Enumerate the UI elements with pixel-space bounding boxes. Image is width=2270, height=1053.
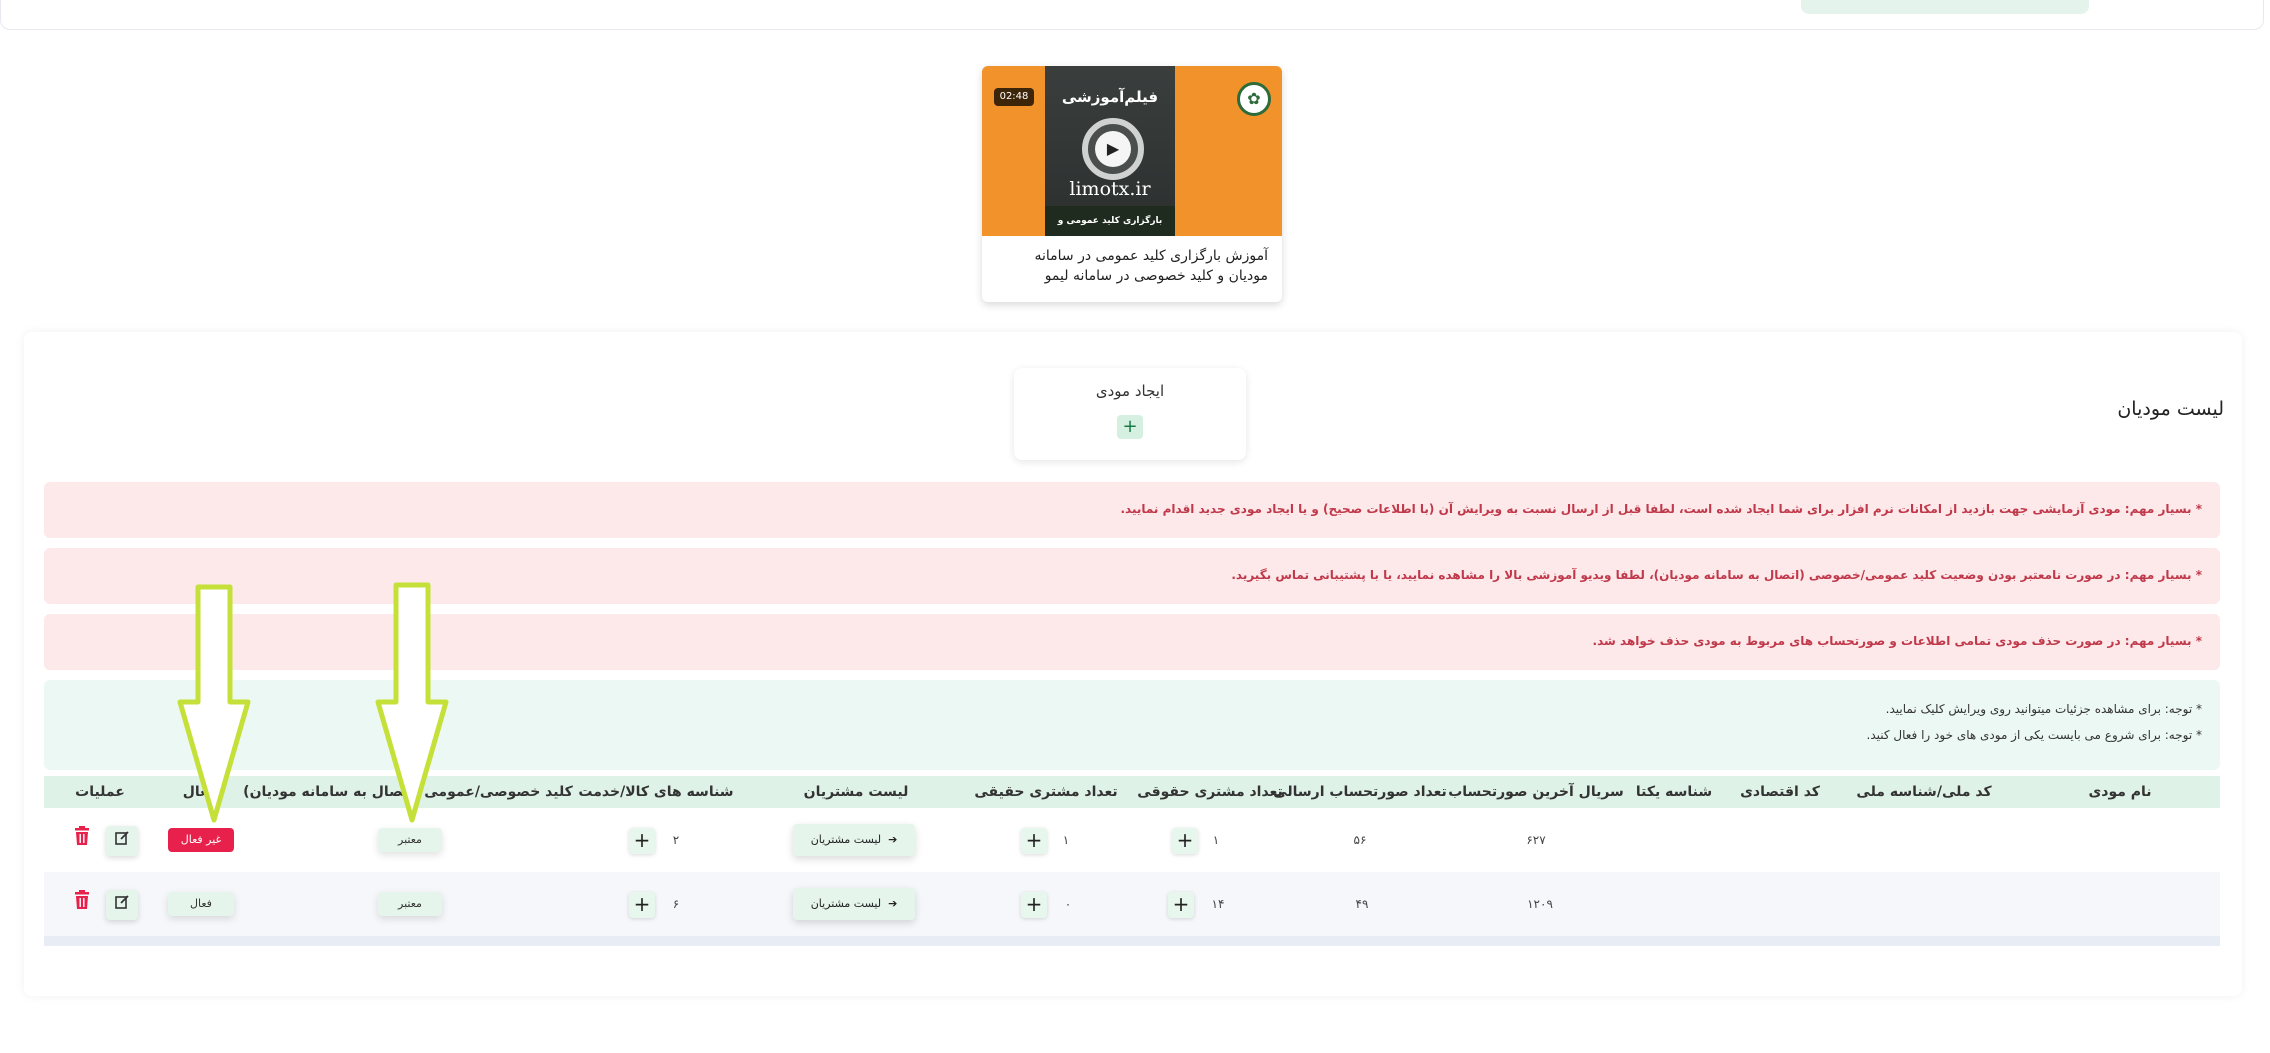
- edit-icon[interactable]: [106, 826, 138, 856]
- thumbnail-title: فیلم‌آموزشی: [1061, 88, 1159, 106]
- edit-icon[interactable]: [106, 890, 138, 920]
- cell-product-ids: ۲: [672, 833, 680, 847]
- video-duration: 02:48: [994, 88, 1034, 106]
- col-product-ids: شناسه های کالا/خدمت: [578, 784, 734, 800]
- add-product-button[interactable]: +: [629, 892, 655, 918]
- add-real-customer-button[interactable]: +: [1021, 828, 1047, 854]
- col-name: نام مودی: [2088, 784, 2152, 800]
- table-footer: [44, 936, 2220, 946]
- play-icon[interactable]: ▶: [1095, 131, 1131, 167]
- table-row: ۱۲۰۹ ۴۹ ۱۴ + ۰ + ➔ لیست مشتریان ۶ + معتب…: [44, 872, 2220, 936]
- cell-legal-customers: ۱۴: [1211, 897, 1225, 911]
- trash-icon[interactable]: [66, 826, 98, 856]
- create-taxpayer-card: ایجاد مودی +: [1014, 368, 1246, 460]
- thumbnail-site: limotx.ir: [1069, 178, 1151, 200]
- col-unique-id: شناسه یکتا: [1635, 784, 1713, 800]
- cell-last-serial: ۶۲۷: [1526, 833, 1546, 847]
- create-taxpayer-label: ایجاد مودی: [1095, 382, 1165, 400]
- cell-sent-count: ۵۶: [1353, 833, 1367, 847]
- add-legal-customer-button[interactable]: +: [1172, 828, 1198, 854]
- cell-last-serial: ۱۲۰۹: [1527, 897, 1553, 911]
- table-header: نام مودی کد ملی/شناسه ملی کد اقتصادی شنا…: [44, 776, 2220, 808]
- top-bar: [0, 0, 2264, 30]
- thumbnail-caption: بارگزاری کلید عمومی و خصوصی در سامانه مو…: [1045, 206, 1175, 256]
- video-thumbnail[interactable]: فیلم‌آموزشی ▶ limotx.ir بارگزاری کلید عم…: [982, 66, 1282, 256]
- top-pill-button[interactable]: [1801, 0, 2089, 14]
- create-taxpayer-button[interactable]: +: [1117, 415, 1143, 439]
- video-caption[interactable]: آموزش بارگزاری کلید عمومی در سامانه مودی…: [996, 246, 1268, 286]
- add-product-button[interactable]: +: [629, 828, 655, 854]
- arrow-left-icon: ➔: [881, 833, 898, 846]
- col-legal-customers: تعداد مشتری حقوقی: [1137, 784, 1283, 800]
- video-tutorial-card[interactable]: فیلم‌آموزشی ▶ limotx.ir بارگزاری کلید عم…: [982, 66, 1282, 302]
- trash-icon[interactable]: [66, 890, 98, 920]
- customer-list-button[interactable]: ➔ لیست مشتریان: [793, 824, 915, 856]
- table-row: ۶۲۷ ۵۶ ۱ + ۱ + ➔ لیست مشتریان ۲ + معتبر …: [44, 808, 2220, 872]
- cell-real-customers: ۱: [1062, 833, 1070, 847]
- arrow-left-icon: ➔: [881, 897, 898, 910]
- cell-product-ids: ۶: [672, 897, 680, 911]
- add-legal-customer-button[interactable]: +: [1168, 892, 1194, 918]
- cell-legal-customers: ۱: [1212, 833, 1220, 847]
- cell-real-customers: ۰: [1064, 897, 1072, 911]
- alert-test-taxpayer: * بسیار مهم: مودی آزمایشی جهت بازدید از …: [44, 482, 2220, 538]
- key-status-badge[interactable]: معتبر: [378, 892, 442, 916]
- alert-delete-warning: * بسیار مهم: در صورت حذف مودی تمامی اطلا…: [44, 614, 2220, 670]
- add-real-customer-button[interactable]: +: [1021, 892, 1047, 918]
- alert-key-invalid: * بسیار مهم: در صورت نامعتبر بودن وضعیت …: [44, 548, 2220, 604]
- col-sent-count: تعداد صورتحساب ارسالی: [1273, 784, 1447, 800]
- annotation-arrow-icon: [375, 582, 449, 823]
- inactive-status-badge[interactable]: غیر فعال: [168, 828, 234, 852]
- col-customer-list: لیست مشتریان: [803, 784, 909, 800]
- cell-sent-count: ۴۹: [1355, 897, 1369, 911]
- page-title: لیست مودیان: [2117, 398, 2224, 420]
- col-real-customers: تعداد مشتری حقیقی: [974, 784, 1118, 800]
- annotation-arrow-icon: [177, 584, 251, 823]
- col-operations: عملیات: [75, 784, 125, 800]
- notes-box: * توجه: برای مشاهده جزئیات میتوانید روی …: [44, 680, 2220, 770]
- active-status-badge[interactable]: فعال: [168, 892, 234, 916]
- customer-list-button[interactable]: ➔ لیست مشتریان: [793, 888, 915, 920]
- col-economic-code: کد اقتصادی: [1740, 784, 1820, 800]
- col-national-id: کد ملی/شناسه ملی: [1856, 784, 1992, 800]
- col-last-serial: سریال آخرین صورتحساب: [1448, 784, 1624, 800]
- key-status-badge[interactable]: معتبر: [378, 828, 442, 852]
- brand-logo-icon: ✿: [1237, 82, 1271, 116]
